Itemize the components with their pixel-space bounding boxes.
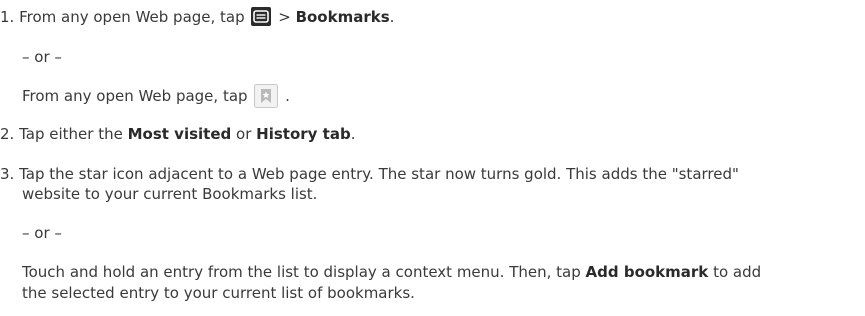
step-number: 1.	[0, 8, 15, 26]
add-bookmark-label: Add bookmark	[585, 263, 709, 281]
or-divider: – or –	[22, 223, 62, 243]
step-3-line-2: website to your current Bookmarks list.	[22, 184, 317, 204]
period: .	[285, 87, 290, 105]
or-text: – or –	[22, 48, 62, 66]
step-number: 3.	[0, 165, 15, 183]
step-text: Tap the star icon adjacent to a Web page…	[19, 165, 739, 183]
period: .	[350, 125, 356, 143]
step-text: Tap either the	[19, 125, 123, 143]
most-visited-label: Most visited	[127, 125, 232, 143]
bookmarks-label: Bookmarks	[295, 8, 390, 26]
step-text: to add	[713, 263, 762, 281]
step-text: or	[236, 125, 252, 143]
step-2-line: 2. Tap either the Most visited or Histor…	[0, 124, 355, 144]
step-number: 2.	[0, 125, 15, 143]
or-text: – or –	[22, 224, 62, 242]
step-text: From any open Web page, tap	[22, 87, 248, 105]
menu-key-icon	[251, 7, 272, 26]
step-1-line: 1. From any open Web page, tap > Bookmar…	[0, 7, 394, 27]
history-tab-label: History tab	[256, 125, 351, 143]
or-divider: – or –	[22, 47, 62, 67]
step-1-alt-line: From any open Web page, tap .	[22, 84, 290, 108]
step-text: Touch and hold an entry from the list to…	[22, 263, 581, 281]
step-3-alt-line-1: Touch and hold an entry from the list to…	[22, 262, 761, 282]
period: .	[389, 8, 395, 26]
separator: >	[278, 8, 291, 26]
step-text: website to your current Bookmarks list.	[22, 185, 318, 203]
step-3-alt-line-2: the selected entry to your current list …	[22, 283, 415, 303]
bookmark-tab-icon	[254, 84, 279, 108]
step-text: the selected entry to your current list …	[22, 284, 415, 302]
step-text: From any open Web page, tap	[19, 8, 245, 26]
step-3-line: 3. Tap the star icon adjacent to a Web p…	[0, 164, 739, 184]
